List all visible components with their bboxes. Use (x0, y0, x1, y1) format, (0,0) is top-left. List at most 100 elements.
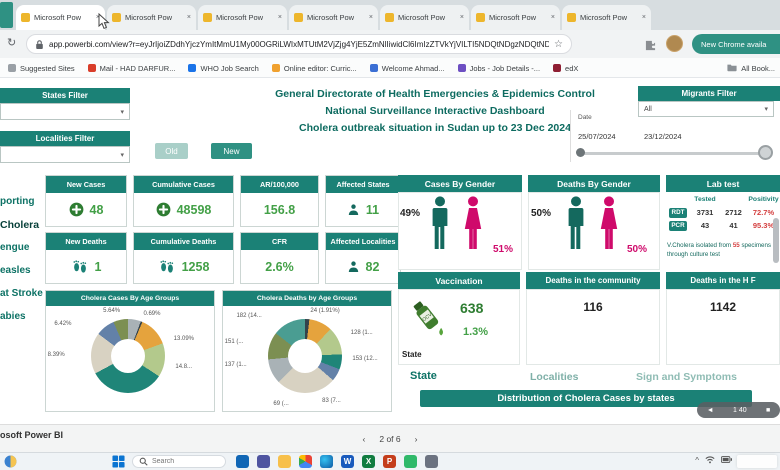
browser-tab[interactable]: Microsoft Pow × (16, 5, 105, 30)
kpi-card[interactable]: Affected Localities 82 (325, 232, 401, 284)
widgets-icon[interactable] (4, 455, 17, 468)
kpi-card[interactable]: New Cases 48 (45, 175, 127, 227)
next-page-icon[interactable]: › (415, 434, 418, 444)
deaths-by-gender-header: Deaths By Gender (528, 175, 660, 192)
donut-label: 182 (14... (236, 313, 261, 319)
start-button-icon[interactable] (112, 455, 125, 468)
profile-avatar[interactable] (666, 35, 683, 52)
browser-tab[interactable]: Microsoft Pow × (198, 5, 287, 30)
extensions-icon[interactable] (645, 38, 656, 56)
vaccination-pct: 1.3% (463, 326, 488, 338)
donut-label: 151 (... (225, 339, 244, 345)
taskbar-app-icon[interactable] (257, 455, 270, 468)
vaccination-state-label: State (402, 350, 422, 359)
scrollbar-thumb[interactable] (773, 218, 779, 263)
tab-close-icon[interactable]: × (642, 14, 646, 21)
prev-page-icon[interactable]: ‹ (363, 434, 366, 444)
kpi-card[interactable]: Cumulative Cases 48598 (133, 175, 234, 227)
lab-tested-value: 43 (690, 219, 720, 232)
browser-tab[interactable]: Microsoft Pow × (289, 5, 378, 30)
kpi-card[interactable]: New Deaths 1 (45, 232, 127, 284)
cases-by-gender-header: Cases By Gender (398, 175, 522, 192)
old-dashboard-button[interactable]: Old (155, 143, 188, 159)
chrome-update-button[interactable]: New Chrome availa (692, 34, 780, 54)
bookmark-item[interactable]: Online editor: Curric... (272, 64, 357, 73)
donut-label: 8.39% (48, 352, 65, 358)
bookmark-item[interactable]: Welcome Ahmad... (370, 64, 445, 73)
bookmark-label: Jobs - Job Details -... (470, 64, 540, 73)
kpi-icon (69, 202, 84, 217)
taskbar-app-icon[interactable]: P (383, 455, 396, 468)
tab-state[interactable]: State (410, 370, 437, 382)
tab-close-icon[interactable]: × (551, 14, 555, 21)
tab-close-icon[interactable]: × (187, 14, 191, 21)
new-dashboard-button[interactable]: New (211, 143, 252, 159)
media-rewind-icon[interactable]: ◄ (707, 407, 714, 414)
bookmark-item[interactable]: WHO Job Search (188, 64, 258, 73)
disease-nav-item[interactable]: easles (0, 265, 46, 288)
donut-hole (111, 339, 145, 373)
browser-tab[interactable]: Microsoft Pow × (471, 5, 560, 30)
page-indicator: 2 of 6 (379, 434, 400, 444)
bookmark-item[interactable]: Jobs - Job Details -... (458, 64, 540, 73)
kpi-card[interactable]: Affected States 11 (325, 175, 401, 227)
disease-nav-item[interactable]: abies (0, 311, 46, 334)
disease-nav-item[interactable]: at Stroke (0, 288, 46, 311)
taskbar-app-icon[interactable]: W (341, 455, 354, 468)
bookmark-label: edX (565, 64, 578, 73)
kpi-card[interactable]: Cumulative Deaths 1258 (133, 232, 234, 284)
date-slider-handle-end[interactable] (758, 145, 773, 160)
tab-close-icon[interactable]: × (460, 14, 464, 21)
localities-filter-dropdown[interactable]: ▾ (0, 146, 130, 163)
taskbar-app-icon[interactable] (404, 455, 417, 468)
bookmarks-overflow[interactable]: All Book... (727, 58, 775, 78)
tab-favicon-powerbi-icon (476, 13, 485, 22)
kpi-card[interactable]: CFR 2.6% (240, 232, 319, 284)
tab-localities[interactable]: Localities (530, 371, 578, 383)
taskbar-app-icon[interactable] (425, 455, 438, 468)
taskbar-search[interactable] (132, 455, 226, 468)
bookmark-item[interactable]: Mail - HAD DARFUR... (88, 64, 176, 73)
date-slider-handle-start[interactable] (576, 148, 585, 157)
taskbar-app-icon[interactable]: X (362, 455, 375, 468)
date-end-value[interactable]: 23/12/2024 (644, 132, 682, 141)
lab-test-table[interactable]: Tested Positivity RDT 3731 2712 72.7% PC… (666, 193, 780, 232)
vaccination-value: 638 (460, 300, 483, 316)
browser-tabs: Microsoft Pow × Microsoft Pow × Microsof… (16, 5, 651, 30)
tab-title: Microsoft Pow (580, 13, 638, 22)
states-filter-dropdown[interactable]: ▾ (0, 103, 130, 120)
date-slider-track[interactable] (580, 152, 768, 155)
search-input[interactable] (152, 458, 212, 465)
date-start-value[interactable]: 25/07/2024 (578, 132, 616, 141)
bookmark-item[interactable]: Suggested Sites (8, 64, 75, 73)
kpi-card[interactable]: AR/100,000 156.8 (240, 175, 319, 227)
disease-nav-item[interactable]: engue (0, 242, 46, 265)
tab-sign-and-symptoms[interactable]: Sign and Symptoms (636, 371, 737, 383)
lab-positive-value: 41 (720, 219, 747, 232)
deaths-by-gender-panel[interactable] (528, 192, 660, 270)
browser-tab[interactable]: Microsoft Pow × (380, 5, 469, 30)
cases-by-age-chart[interactable]: Cholera Cases By Age Groups 5.64%0.69%6.… (45, 290, 215, 412)
taskbar-app-icon[interactable] (236, 455, 249, 468)
migrants-filter-dropdown[interactable]: All ▾ (638, 101, 774, 117)
media-stop-icon[interactable]: ■ (766, 407, 770, 414)
cases-by-gender-panel[interactable] (398, 192, 522, 270)
bookmark-item[interactable]: edX (553, 64, 578, 73)
taskbar-app-icon[interactable] (320, 455, 333, 468)
browser-tab[interactable]: Microsoft Pow × (107, 5, 196, 30)
url-bar[interactable]: app.powerbi.com/view?r=eyJrIjoiZDdhYjczY… (26, 34, 572, 54)
taskbar-clock-blurred[interactable] (737, 455, 777, 468)
tray-chevron-icon[interactable]: ^ (695, 456, 699, 465)
system-tray[interactable]: ^ (695, 455, 732, 466)
disease-nav-item[interactable]: porting (0, 196, 46, 219)
bookmark-star-icon[interactable]: ☆ (554, 39, 563, 50)
tab-close-icon[interactable]: × (278, 14, 282, 21)
refresh-icon[interactable]: ↻ (7, 36, 16, 49)
bookmark-favicon (8, 64, 16, 72)
tab-close-icon[interactable]: × (369, 14, 373, 21)
deaths-by-age-chart[interactable]: Cholera Deaths by Age Groups 24 (1.91%)1… (222, 290, 392, 412)
disease-nav-item[interactable]: Cholera (0, 219, 46, 242)
taskbar-app-icon[interactable] (278, 455, 291, 468)
taskbar-app-icon[interactable] (299, 455, 312, 468)
browser-tab[interactable]: Microsoft Pow × (562, 5, 651, 30)
